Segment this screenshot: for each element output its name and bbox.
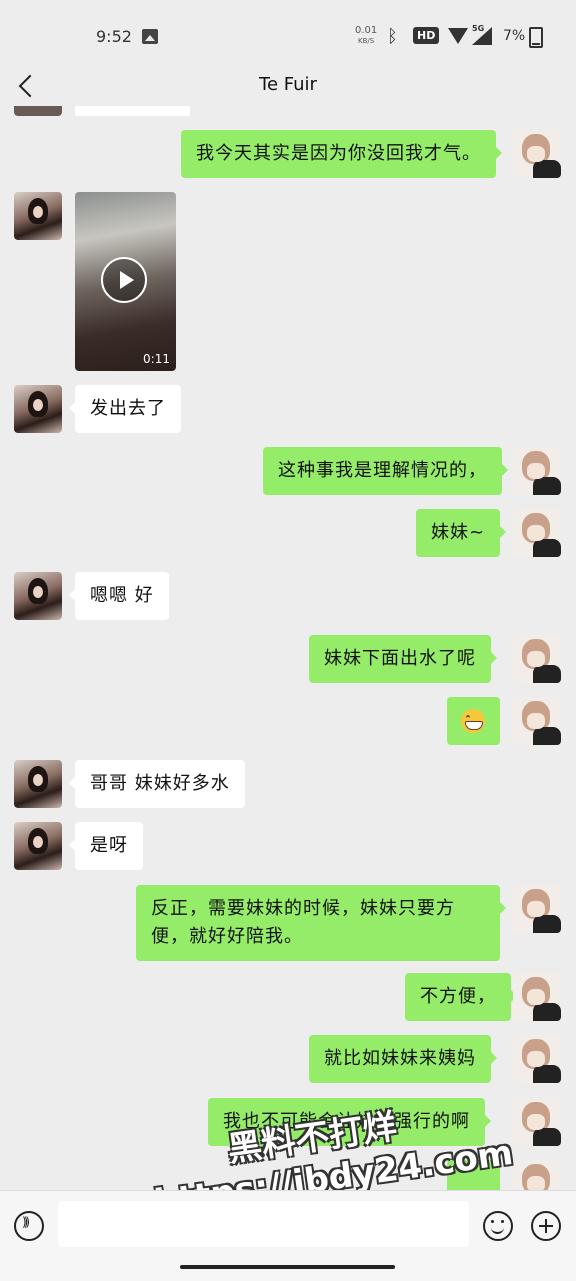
message-sent[interactable]: 这种事我是理解情况的， [263,447,508,495]
bubble-partial [447,1160,500,1190]
my-avatar[interactable] [513,885,561,933]
contact-avatar[interactable] [14,572,62,620]
video-message[interactable]: 0:11 [75,192,176,371]
message-sent[interactable]: 反正，需要妹妹的时候，妹妹只要方便，就好好陪我。 [136,885,506,961]
message-received[interactable]: 发出去了 [69,385,181,433]
avatar-coat [533,160,561,178]
avatar-coat [533,1065,561,1083]
emoji-message[interactable] [447,697,500,745]
message-sent[interactable]: 不方便， [405,973,517,1021]
avatar-coat [533,727,561,745]
my-avatar[interactable] [513,973,561,1021]
voice-input-icon[interactable] [14,1211,44,1241]
emoji-icon[interactable] [483,1211,513,1241]
message-sent[interactable]: 妹妹下面出水了呢 [309,635,497,683]
my-avatar[interactable] [513,1035,561,1083]
avatar-coat [533,1128,561,1146]
avatar-partial [14,106,62,116]
my-avatar[interactable] [513,130,561,178]
hd-badge: HD [413,27,440,44]
gallery-notification-icon [142,29,158,44]
avatar-coat [533,1003,561,1021]
my-avatar[interactable] [513,1098,561,1146]
message-sent[interactable]: 就比如妹妹来姨妈 [309,1035,497,1083]
message-sent[interactable]: 妹妹~ [416,509,507,557]
avatar-coat [533,665,561,683]
my-avatar[interactable] [513,447,561,495]
play-icon[interactable] [101,257,147,303]
network-type: 5G [472,24,485,33]
message-input[interactable] [58,1201,469,1247]
network-speed-value: 0.01 [355,25,378,36]
avatar-coat [533,539,561,557]
video-duration: 0:11 [143,352,170,366]
chat-title: Te Fuir [259,74,317,95]
my-avatar[interactable] [513,635,561,683]
status-time: 9:52 [96,27,132,46]
grinning-face-icon [461,709,485,733]
bubble-partial [75,106,190,116]
message-sent[interactable]: 我今天其实是因为你没回我才气。 [181,130,502,178]
message-received[interactable]: 是呀 [69,822,143,870]
plus-icon[interactable] [531,1211,561,1241]
battery-percentage: 7% [503,28,526,44]
home-indicator[interactable] [180,1265,395,1269]
message-received[interactable]: 嗯嗯 好 [69,572,169,620]
network-speed-unit: KB/S [358,37,375,45]
avatar-coat [533,477,561,495]
my-avatar [513,1160,561,1190]
message-sent[interactable]: 我也不可能会让妹妹强行的啊 [208,1098,491,1146]
contact-avatar[interactable] [14,385,62,433]
status-bar: 9:52 0.01 KB/S ᛒ HD 5G 7% [0,0,576,70]
chat-header: Te Fuir [0,70,576,106]
bluetooth-icon: ᛒ [387,26,398,47]
network-speed: 0.01 KB/S [355,26,377,46]
message-received[interactable]: 哥哥 妹妹好多水 [69,760,245,808]
my-avatar[interactable] [513,509,561,557]
contact-avatar[interactable] [14,192,62,240]
battery-icon [529,27,543,48]
contact-avatar[interactable] [14,822,62,870]
my-avatar[interactable] [513,697,561,745]
wifi-icon [448,28,468,44]
contact-avatar[interactable] [14,760,62,808]
avatar-coat [533,915,561,933]
